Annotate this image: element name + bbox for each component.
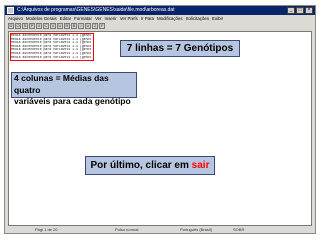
menu-ir-para[interactable]: Ir Para — [141, 15, 154, 22]
italic-icon[interactable]: I — [78, 23, 84, 29]
redo-icon[interactable]: R — [64, 23, 70, 29]
maximize-button[interactable]: □ — [296, 7, 304, 14]
document-area[interactable]: Média ascendente para variáveis 1-4 (gen… — [8, 31, 312, 226]
bold-icon[interactable]: B — [71, 23, 77, 29]
callout-columns-line2: variáveis para cada genótipo — [14, 96, 131, 106]
zoom-icon[interactable]: Z — [92, 23, 98, 29]
open-file-icon[interactable]: O — [15, 23, 21, 29]
highlight-box — [10, 33, 94, 61]
title-bar: C:\Arquivos de programas\GENES\GENES\sai… — [5, 6, 315, 15]
menu-solicitacoes[interactable]: Solicitações — [186, 15, 209, 22]
close-button[interactable]: × — [305, 7, 313, 14]
menu-modelos-gerais[interactable]: Modelos Gerais — [26, 15, 57, 22]
status-bar: Pági 1 de 20 Pulso normal Português (Bra… — [5, 226, 315, 233]
undo-icon[interactable]: U — [57, 23, 63, 29]
status-mode: SOBR — [233, 227, 245, 232]
menu-ver[interactable]: Ver — [95, 15, 102, 22]
font-icon[interactable]: F — [99, 23, 105, 29]
app-icon — [7, 7, 14, 14]
minimize-button[interactable]: _ — [287, 7, 295, 14]
callout-columns-line1: 4 colunas = Médias das quatro — [14, 73, 109, 95]
menu-editar[interactable]: Editar — [60, 15, 71, 22]
menu-formatar[interactable]: Formatar — [74, 15, 92, 22]
toolbar: D O S P X C V U R B I U Z F — [5, 22, 315, 30]
status-language: Português (Brasil) — [180, 227, 213, 232]
print-icon[interactable]: P — [29, 23, 35, 29]
menu-exibir[interactable]: Exibir — [212, 15, 223, 22]
window-title: C:\Arquivos de programas\GENES\GENES\sai… — [17, 7, 175, 13]
underline-icon[interactable]: U — [85, 23, 91, 29]
menu-inserir[interactable]: Inserir — [105, 15, 117, 22]
save-icon[interactable]: S — [22, 23, 28, 29]
menu-ver-prefs[interactable]: Ver Prefs — [120, 15, 138, 22]
callout-lines-genotypes: 7 linhas = 7 Genótipos — [120, 40, 240, 57]
callout-columns: 4 colunas = Médias das quatro variáveis … — [11, 72, 137, 106]
status-position: Pulso normal — [115, 227, 139, 232]
status-page: Pági 1 de 20 — [35, 227, 58, 232]
new-document-icon[interactable]: D — [8, 23, 14, 29]
menu-arquivo[interactable]: Arquivo — [8, 15, 23, 22]
menu-bar: Arquivo Modelos Gerais Editar Formatar V… — [5, 15, 315, 22]
menu-modificacoes[interactable]: Modificações — [157, 15, 183, 22]
cut-icon[interactable]: X — [36, 23, 42, 29]
copy-icon[interactable]: C — [43, 23, 49, 29]
window-controls: _ □ × — [287, 7, 313, 14]
callout-last-prefix: Por último, clicar em — [90, 160, 192, 171]
callout-sair-label: sair — [191, 160, 210, 171]
paste-icon[interactable]: V — [50, 23, 56, 29]
callout-last-step: Por último, clicar em sair — [85, 156, 215, 175]
